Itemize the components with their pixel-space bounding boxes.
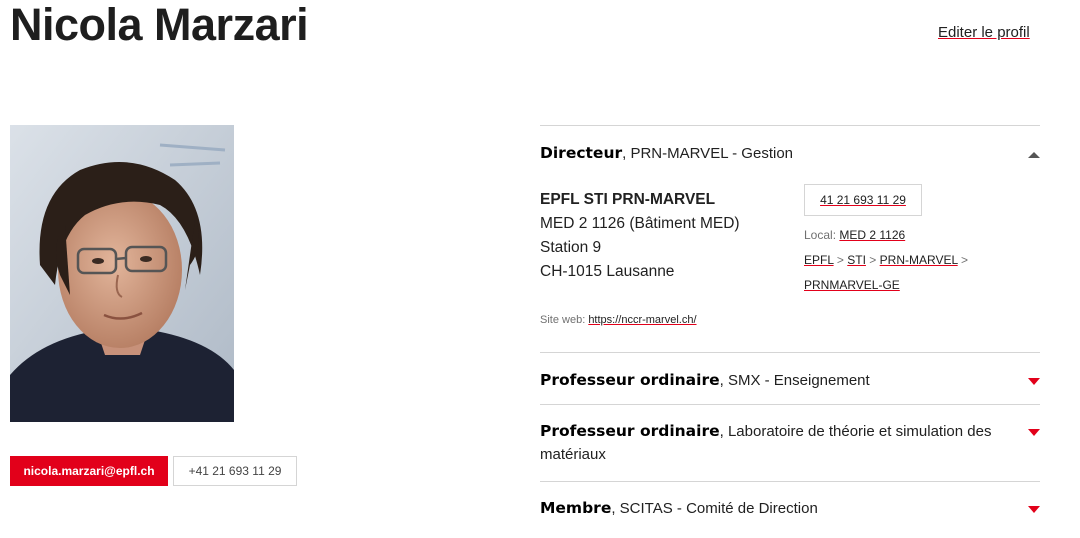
accordion-item-membre: Membre, SCITAS - Comité de Direction [540, 481, 1040, 538]
breadcrumb-epfl[interactable]: EPFL [804, 253, 834, 267]
edit-profile-link[interactable]: Editer le profil [938, 23, 1030, 43]
accordion-header[interactable]: Professeur ordinaire, Laboratoire de thé… [540, 420, 1040, 466]
role-title: Professeur ordinaire [540, 422, 720, 440]
local-row: Local: MED 2 1126 [804, 223, 1024, 248]
website-label: Site web: [540, 314, 586, 326]
role-unit: , SCITAS - Comité de Direction [611, 500, 818, 517]
email-button[interactable]: nicola.marzari@epfl.ch [10, 456, 168, 486]
address-line: CH-1015 Lausanne [540, 263, 675, 280]
role-title: Professeur ordinaire [540, 371, 720, 389]
role-title: Directeur [540, 144, 623, 162]
address-line: MED 2 1126 (Bâtiment MED) [540, 215, 740, 232]
room-link[interactable]: MED 2 1126 [839, 228, 905, 242]
triangle-down-icon[interactable] [1028, 378, 1040, 385]
breadcrumb-separator: > [836, 253, 844, 267]
accordion-header[interactable]: Membre, SCITAS - Comité de Direction [540, 497, 1040, 520]
address-line: Station 9 [540, 239, 602, 256]
unit-meta: Local: MED 2 1126 EPFL > STI > PRN-MARVE… [804, 223, 1024, 298]
breadcrumb-prn-marvel[interactable]: PRN-MARVEL [880, 253, 958, 267]
triangle-down-icon[interactable] [1028, 429, 1040, 436]
breadcrumb: EPFL > STI > PRN-MARVEL > [804, 248, 1024, 273]
page-title: Nicola Marzari [10, 0, 309, 50]
local-label: Local: [804, 228, 837, 242]
breadcrumb-sti[interactable]: STI [847, 253, 866, 267]
breadcrumb-separator: > [961, 253, 969, 267]
breadcrumb-prnmarvel-ge[interactable]: PRNMARVEL-GE [804, 278, 900, 292]
postal-address: EPFL STI PRN-MARVEL MED 2 1126 (Bâtiment… [540, 188, 740, 284]
accordion-header[interactable]: Professeur ordinaire, SMX - Enseignement [540, 369, 1040, 392]
triangle-down-icon[interactable] [1028, 506, 1040, 513]
accordion-item-professeur-smx: Professeur ordinaire, SMX - Enseignement [540, 352, 1040, 405]
phone-button[interactable]: +41 21 693 11 29 [173, 456, 297, 486]
office-phone-button[interactable]: 41 21 693 11 29 [804, 184, 922, 216]
breadcrumb-separator: > [869, 253, 877, 267]
website-link[interactable]: https://nccr-marvel.ch/ [588, 314, 696, 326]
role-unit: , SMX - Enseignement [719, 372, 870, 389]
profile-photo [10, 125, 234, 422]
address-org: EPFL STI PRN-MARVEL [540, 191, 716, 208]
role-title: Membre [540, 499, 612, 517]
accordion-header[interactable]: Directeur, PRN-MARVEL - Gestion [540, 142, 1040, 165]
website-row: Site web: https://nccr-marvel.ch/ [540, 314, 697, 326]
role-unit: , PRN-MARVEL - Gestion [622, 145, 794, 162]
accordion-item-professeur-lab: Professeur ordinaire, Laboratoire de thé… [540, 404, 1040, 482]
triangle-up-icon[interactable] [1028, 152, 1040, 158]
accordion-item-directeur: Directeur, PRN-MARVEL - Gestion EPFL STI… [540, 125, 1040, 353]
